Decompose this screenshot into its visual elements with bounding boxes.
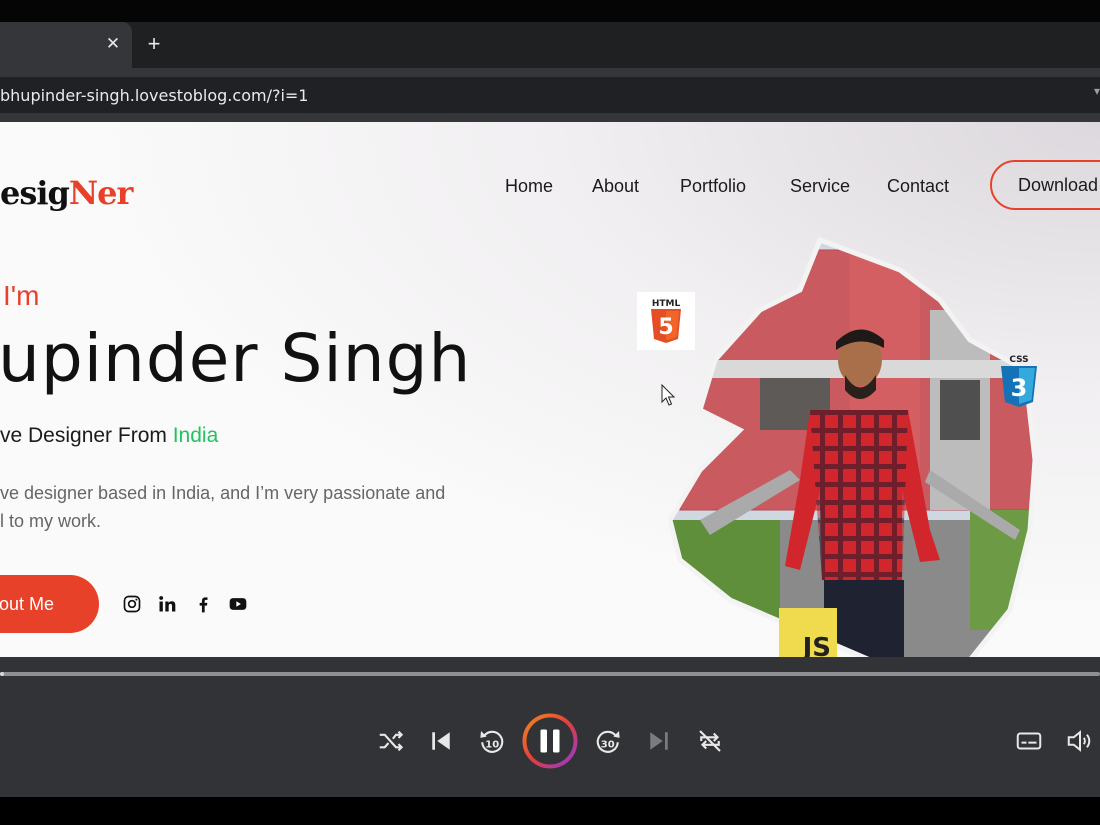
screen-bottom-edge xyxy=(0,797,1100,825)
skip-forward-30-icon[interactable]: 30 xyxy=(594,726,624,756)
browser-toolbar: bhupinder-singh.lovestoblog.com/?i=1 ▾ xyxy=(0,68,1100,122)
hero-bio: ve designer based in India, and I’m very… xyxy=(0,483,446,531)
nav-portfolio[interactable]: Portfolio xyxy=(680,176,746,197)
web-page: esigNer Home About Portfolio Service Con… xyxy=(0,122,1100,657)
captions-icon[interactable] xyxy=(1014,726,1044,756)
svg-text:5: 5 xyxy=(658,315,673,340)
screen-top-edge xyxy=(0,0,1100,22)
tab-strip: ✕ + xyxy=(0,22,1100,68)
svg-text:30: 30 xyxy=(601,739,615,750)
new-tab-icon[interactable]: + xyxy=(143,33,165,55)
seek-progress xyxy=(0,672,4,676)
html5-badge: HTML 5 xyxy=(637,292,695,350)
main-nav: Home About Portfolio Service Contact xyxy=(0,176,1100,206)
close-tab-icon[interactable]: ✕ xyxy=(103,34,123,54)
javascript-icon: JS xyxy=(802,633,831,657)
address-url[interactable]: bhupinder-singh.lovestoblog.com/?i=1 xyxy=(0,86,308,105)
linkedin-icon[interactable] xyxy=(157,594,177,614)
about-me-button[interactable]: out Me xyxy=(0,575,99,633)
svg-text:HTML: HTML xyxy=(652,299,681,309)
hero-name: upinder Singh xyxy=(0,320,472,397)
active-tab[interactable]: ✕ xyxy=(0,22,132,68)
repeat-off-icon[interactable] xyxy=(695,726,725,756)
pause-button[interactable] xyxy=(521,712,579,770)
nav-contact[interactable]: Contact xyxy=(887,176,949,197)
nav-about[interactable]: About xyxy=(592,176,639,197)
next-icon[interactable] xyxy=(644,726,674,756)
mouse-cursor-icon xyxy=(661,384,676,406)
hero-role: ve Designer From India xyxy=(0,424,219,447)
css3-icon: CSS 3 xyxy=(1001,355,1037,407)
shuffle-icon[interactable] xyxy=(376,726,406,756)
nav-home[interactable]: Home xyxy=(505,176,553,197)
media-player-bar: 10 30 xyxy=(0,657,1100,797)
css3-badge: CSS 3 xyxy=(993,350,1045,410)
nav-service[interactable]: Service xyxy=(790,176,850,197)
greeting: I'm xyxy=(3,280,40,311)
seek-bar[interactable] xyxy=(0,672,1100,676)
pause-icon xyxy=(540,729,560,753)
skip-back-10-icon[interactable]: 10 xyxy=(476,726,506,756)
youtube-icon[interactable] xyxy=(228,594,248,614)
instagram-icon[interactable] xyxy=(122,594,142,614)
download-button[interactable]: Download xyxy=(990,160,1100,210)
previous-icon[interactable] xyxy=(426,726,456,756)
svg-text:CSS: CSS xyxy=(1009,355,1028,365)
address-menu-icon[interactable]: ▾ xyxy=(1094,84,1100,98)
svg-text:3: 3 xyxy=(1011,374,1028,402)
hero-photo xyxy=(667,236,1038,657)
facebook-icon[interactable] xyxy=(193,594,213,614)
html5-icon: HTML 5 xyxy=(651,299,681,343)
svg-text:10: 10 xyxy=(485,739,499,750)
javascript-badge: JS xyxy=(779,608,837,657)
volume-icon[interactable] xyxy=(1065,726,1095,756)
